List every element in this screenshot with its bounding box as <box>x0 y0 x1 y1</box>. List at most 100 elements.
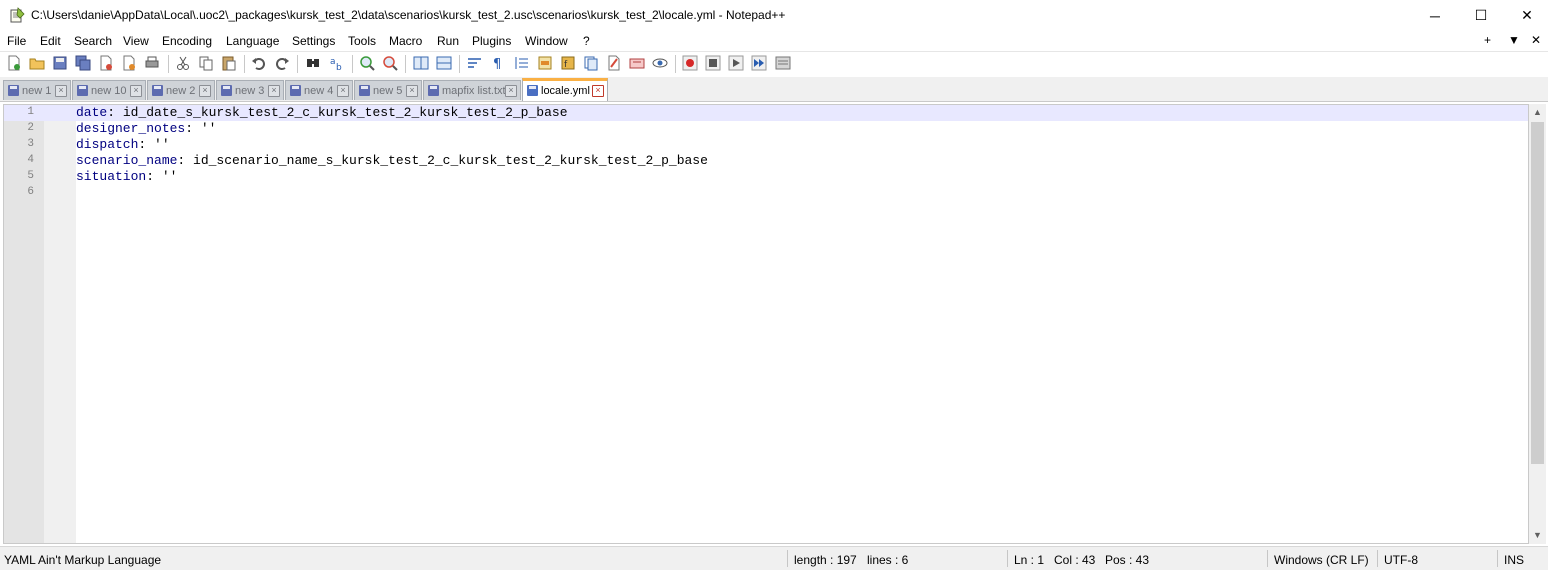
close-document-button[interactable]: ✕ <box>1531 33 1541 47</box>
tab-label: new 10 <box>91 85 127 97</box>
code-line[interactable]: 6 <box>4 185 1528 201</box>
open-file-icon[interactable] <box>29 55 45 71</box>
notepad-plus-plus-icon <box>10 7 25 23</box>
tab-close-icon[interactable]: × <box>337 85 349 97</box>
undo-icon[interactable] <box>251 55 267 71</box>
eye-icon[interactable] <box>652 55 668 71</box>
menu-plugins[interactable]: Plugins <box>472 34 511 48</box>
yaml-key: dispatch <box>76 137 139 152</box>
status-eol[interactable]: Windows (CR LF) <box>1274 553 1369 567</box>
record-macro-icon[interactable] <box>682 55 698 71</box>
menu-edit[interactable]: Edit <box>40 34 61 48</box>
tab-new-4[interactable]: new 4 × <box>285 80 353 100</box>
status-encoding[interactable]: UTF-8 <box>1384 553 1418 567</box>
document-map-icon[interactable] <box>537 55 553 71</box>
cut-icon[interactable] <box>175 55 191 71</box>
close-file-icon[interactable] <box>98 55 114 71</box>
tab-mapfix-list[interactable]: mapfix list.txt × <box>423 80 521 100</box>
menu-file[interactable]: File <box>7 34 26 48</box>
maximize-button[interactable]: ☐ <box>1458 0 1504 31</box>
tab-locale-yml[interactable]: locale.yml × <box>522 78 608 101</box>
disk-icon <box>77 85 88 96</box>
toolbar-separator <box>297 55 298 73</box>
stop-macro-icon[interactable] <box>705 55 721 71</box>
tab-close-icon[interactable]: × <box>592 85 604 97</box>
menu-settings[interactable]: Settings <box>292 34 335 48</box>
new-tab-plus-button[interactable]: + <box>1484 33 1491 47</box>
word-wrap-icon[interactable] <box>467 55 483 71</box>
close-all-icon[interactable] <box>121 55 137 71</box>
zoom-in-icon[interactable] <box>359 55 375 71</box>
code-line[interactable]: 4 scenario_name: id_scenario_name_s_kurs… <box>4 153 1528 169</box>
show-all-chars-icon[interactable]: ¶ <box>490 55 506 71</box>
scroll-up-icon[interactable]: ▲ <box>1529 104 1546 121</box>
run-macro-multiple-icon[interactable] <box>751 55 767 71</box>
tab-label: new 4 <box>304 85 334 97</box>
code-line[interactable]: 5 situation: '' <box>4 169 1528 185</box>
tab-list-dropdown-button[interactable]: ▼ <box>1508 33 1520 47</box>
redo-icon[interactable] <box>274 55 290 71</box>
status-col: Col : 43 <box>1054 553 1096 567</box>
monitoring-icon[interactable] <box>629 55 645 71</box>
tab-new-10[interactable]: new 10 × <box>72 80 146 100</box>
paste-icon[interactable] <box>221 55 237 71</box>
tab-close-icon[interactable]: × <box>406 85 418 97</box>
scrollbar-thumb[interactable] <box>1531 122 1544 464</box>
line-number: 5 <box>27 170 34 182</box>
menu-view[interactable]: View <box>123 34 149 48</box>
tab-new-3[interactable]: new 3 × <box>216 80 284 100</box>
status-divider <box>1377 550 1378 567</box>
code-line[interactable]: 2 designer_notes: '' <box>4 121 1528 137</box>
tab-bar: new 1 × new 10 × new 2 × new 3 × new 4 × new … <box>0 77 1548 102</box>
play-macro-icon[interactable] <box>728 55 744 71</box>
yaml-key: situation <box>76 169 147 184</box>
code-text: scenario_name: id_scenario_name_s_kursk_… <box>76 153 708 169</box>
status-divider <box>1007 550 1008 567</box>
tab-close-icon[interactable]: × <box>505 85 517 97</box>
function-list-icon[interactable]: f <box>560 55 576 71</box>
svg-text:¶: ¶ <box>493 57 501 71</box>
save-icon[interactable] <box>52 55 68 71</box>
save-macro-icon[interactable] <box>775 55 791 71</box>
menu-help[interactable]: ? <box>583 34 590 48</box>
save-all-icon[interactable] <box>75 55 91 71</box>
tab-label: mapfix list.txt <box>442 85 506 97</box>
code-line[interactable]: 1 date: id_date_s_kursk_test_2_c_kursk_t… <box>4 105 1528 121</box>
zoom-out-icon[interactable] <box>382 55 398 71</box>
tab-close-icon[interactable]: × <box>268 85 280 97</box>
menu-tools[interactable]: Tools <box>348 34 376 48</box>
menu-window[interactable]: Window <box>525 34 568 48</box>
vertical-scrollbar[interactable]: ▲ ▼ <box>1529 104 1546 544</box>
toolbar-separator <box>244 55 245 73</box>
yaml-value: : '' <box>146 169 178 184</box>
tab-new-1[interactable]: new 1 × <box>3 80 71 100</box>
tab-close-icon[interactable]: × <box>55 85 67 97</box>
copy-icon[interactable] <box>198 55 214 71</box>
new-file-icon[interactable] <box>6 55 22 71</box>
indent-guide-icon[interactable] <box>514 55 530 71</box>
sync-vertical-icon[interactable] <box>413 55 429 71</box>
print-icon[interactable] <box>144 55 160 71</box>
tab-new-5[interactable]: new 5 × <box>354 80 422 100</box>
folder-workspace-icon[interactable] <box>606 55 622 71</box>
menu-language[interactable]: Language <box>226 34 279 48</box>
menu-macro[interactable]: Macro <box>389 34 422 48</box>
tab-new-2[interactable]: new 2 × <box>147 80 215 100</box>
line-number: 4 <box>27 154 34 166</box>
document-list-icon[interactable] <box>583 55 599 71</box>
tab-close-icon[interactable]: × <box>199 85 211 97</box>
sync-horizontal-icon[interactable] <box>436 55 452 71</box>
menu-encoding[interactable]: Encoding <box>162 34 212 48</box>
find-icon[interactable] <box>305 55 321 71</box>
toolbar-separator <box>405 55 406 73</box>
close-window-button[interactable]: ✕ <box>1504 0 1548 31</box>
editor-area[interactable]: 1 date: id_date_s_kursk_test_2_c_kursk_t… <box>3 104 1529 544</box>
scroll-down-icon[interactable]: ▼ <box>1529 527 1546 544</box>
minimize-button[interactable]: ─ <box>1412 0 1458 31</box>
tab-label: new 2 <box>166 85 196 97</box>
menu-search[interactable]: Search <box>74 34 112 48</box>
code-line[interactable]: 3 dispatch: '' <box>4 137 1528 153</box>
menu-run[interactable]: Run <box>437 34 459 48</box>
tab-close-icon[interactable]: × <box>130 85 142 97</box>
replace-icon[interactable]: ab <box>329 55 345 71</box>
